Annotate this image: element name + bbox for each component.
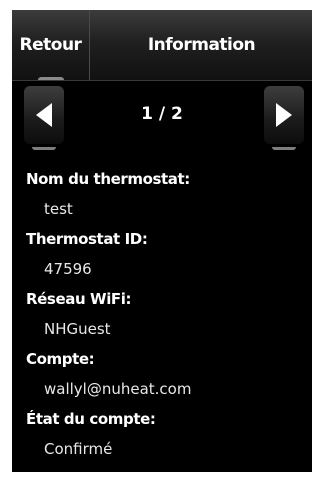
- account-status-value: Confirmé: [44, 440, 113, 458]
- pager: 1 / 2: [12, 86, 312, 156]
- account-value: wallyl@nuheat.com: [44, 380, 192, 398]
- previous-page-button[interactable]: [24, 86, 64, 150]
- next-page-button[interactable]: [264, 86, 304, 150]
- header-bar: Retour Information: [12, 10, 312, 81]
- thermostat-name-value: test: [44, 200, 73, 218]
- info-list: Nom du thermostat: test Thermostat ID: 4…: [26, 164, 306, 464]
- thermostat-id-value: 47596: [44, 260, 92, 278]
- back-button-label: Retour: [19, 35, 82, 55]
- arrow-right-icon: [276, 103, 292, 127]
- back-button[interactable]: Retour: [12, 10, 90, 80]
- page-title: Information: [91, 10, 312, 80]
- thermostat-screen: Retour Information 1 / 2 Nom du thermost…: [12, 10, 312, 472]
- wifi-network-label: Réseau WiFi:: [26, 290, 132, 308]
- wifi-network-value: NHGuest: [44, 320, 111, 338]
- page-indicator: 1 / 2: [141, 104, 183, 124]
- thermostat-id-label: Thermostat ID:: [26, 230, 148, 248]
- account-status-label: État du compte:: [26, 410, 156, 428]
- page-title-text: Information: [147, 35, 256, 55]
- thermostat-name-label: Nom du thermostat:: [26, 170, 190, 188]
- account-label: Compte:: [26, 350, 95, 368]
- arrow-left-icon: [36, 103, 52, 127]
